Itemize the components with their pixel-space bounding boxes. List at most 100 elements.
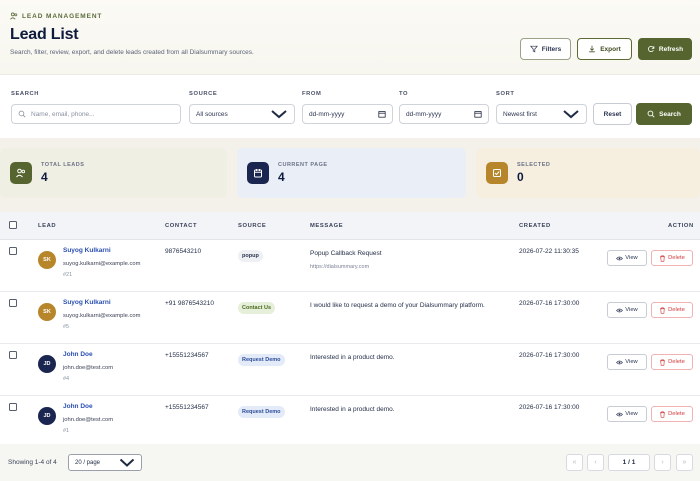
delete-button[interactable]: Delete [651, 354, 693, 370]
filters-button[interactable]: Filters [520, 38, 571, 60]
users-icon [10, 162, 32, 184]
table-row: SK Suyog Kulkarni suyog.kulkarni@example… [0, 240, 700, 292]
row-checkbox[interactable] [9, 299, 17, 307]
from-label: FROM [302, 91, 322, 97]
section-eyebrow: LEAD MANAGEMENT [10, 12, 690, 20]
eye-icon [616, 308, 624, 312]
lead-email: john.doe@test.com [63, 365, 114, 371]
filter-bar: SEARCH Name, email, phone... SOURCE All … [0, 74, 700, 138]
view-button[interactable]: View [607, 354, 647, 370]
lead-message: Interested in a product demo. [310, 354, 395, 361]
avatar: JD [38, 355, 56, 373]
row-checkbox[interactable] [9, 403, 17, 411]
col-message: MESSAGE [310, 223, 344, 229]
eye-icon [616, 256, 624, 260]
to-date-value: dd-mm-yyyy [406, 110, 442, 118]
current-page-indicator: 1 / 1 [608, 454, 650, 471]
first-page-button[interactable]: « [566, 454, 583, 471]
trash-icon [660, 255, 666, 262]
to-date-input[interactable]: dd-mm-yyyy [399, 104, 489, 124]
col-created: CREATED [519, 223, 551, 229]
lead-email: suyog.kulkarni@example.com [63, 261, 141, 267]
stat-value: 4 [278, 170, 285, 184]
lead-created: 2026-07-22 11:30:35 [519, 248, 579, 255]
export-button[interactable]: Export [577, 38, 632, 60]
lead-contact: 9876543210 [165, 248, 202, 255]
from-date-input[interactable]: dd-mm-yyyy [302, 104, 393, 124]
per-page-value: 20 / page [75, 459, 101, 466]
refresh-icon [647, 46, 655, 53]
lead-contact: +15551234567 [165, 404, 209, 411]
stats-row: TOTAL LEADS 4 CURRENT PAGE 4 SELECTED 0 [0, 148, 700, 200]
per-page-select[interactable]: 20 / page [68, 454, 142, 471]
stat-label: SELECTED [517, 162, 551, 168]
pagination-bar: Showing 1-4 of 4 20 / page « ‹ 1 / 1 › » [0, 444, 700, 481]
calendar-icon [474, 111, 482, 118]
table-row: JD John Doe john.doe@test.com #4 +155512… [0, 344, 700, 396]
lead-email: suyog.kulkarni@example.com [63, 313, 141, 319]
stat-card-total-leads: TOTAL LEADS 4 [0, 148, 227, 198]
lead-created: 2026-07-16 17:30:00 [519, 300, 580, 307]
table-row: SK Suyog Kulkarni suyog.kulkarni@example… [0, 292, 700, 344]
stat-card-current-page: CURRENT PAGE 4 [237, 148, 466, 198]
col-lead: LEAD [38, 223, 57, 229]
refresh-button[interactable]: Refresh [638, 38, 692, 60]
trash-icon [660, 411, 666, 418]
delete-button[interactable]: Delete [651, 250, 693, 266]
delete-button[interactable]: Delete [651, 302, 693, 318]
lead-id: #21 [63, 272, 73, 278]
chevron-down-icon [119, 458, 135, 467]
last-page-button[interactable]: » [676, 454, 693, 471]
lead-message: Interested in a product demo. [310, 406, 395, 413]
select-all-checkbox[interactable] [9, 221, 17, 229]
lead-contact: +15551234567 [165, 352, 209, 359]
stat-value: 4 [41, 170, 48, 184]
from-date-value: dd-mm-yyyy [309, 110, 345, 118]
row-checkbox[interactable] [9, 247, 17, 255]
checkbox-icon [486, 162, 508, 184]
delete-button[interactable]: Delete [651, 406, 693, 422]
calendar-icon [378, 111, 386, 118]
lead-created: 2026-07-16 17:30:00 [519, 404, 580, 411]
prev-page-button[interactable]: ‹ [587, 454, 604, 471]
source-badge: Request Demo [238, 354, 285, 366]
lead-id: #4 [63, 376, 70, 382]
search-input[interactable]: Name, email, phone... [11, 104, 181, 124]
row-checkbox[interactable] [9, 351, 17, 359]
lead-message: Popup Callback Request [310, 250, 382, 257]
eye-icon [616, 360, 624, 364]
sort-label: SORT [496, 91, 515, 97]
next-page-button[interactable]: › [654, 454, 671, 471]
lead-created: 2026-07-16 17:30:00 [519, 352, 580, 359]
view-button[interactable]: View [607, 250, 647, 266]
view-button[interactable]: View [607, 406, 647, 422]
lead-name-link[interactable]: Suyog Kulkarni [63, 299, 111, 306]
lead-id: #5 [63, 324, 70, 330]
showing-count: Showing 1-4 of 4 [8, 459, 57, 466]
filter-icon [529, 45, 538, 53]
eye-icon [616, 412, 624, 416]
lead-name-link[interactable]: Suyog Kulkarni [63, 247, 111, 254]
reset-button[interactable]: Reset [593, 103, 632, 125]
lead-email: john.doe@test.com [63, 417, 114, 423]
source-badge: Request Demo [238, 406, 285, 418]
col-source: SOURCE [238, 223, 267, 229]
source-badge: Contact Us [238, 302, 276, 314]
lead-message-url: https://dialsummary.com [310, 264, 370, 270]
search-button[interactable]: Search [636, 103, 692, 125]
download-icon [589, 45, 596, 53]
calendar-icon [247, 162, 269, 184]
avatar: SK [38, 303, 56, 321]
lead-name-link[interactable]: John Doe [63, 403, 93, 410]
sort-select[interactable]: Newest first [496, 104, 587, 124]
trash-icon [660, 307, 666, 314]
lead-id: #1 [63, 428, 70, 434]
leads-table: LEAD CONTACT SOURCE MESSAGE CREATED ACTI… [0, 212, 700, 448]
stat-label: TOTAL LEADS [41, 162, 85, 168]
source-select[interactable]: All sources [189, 104, 295, 124]
view-button[interactable]: View [607, 302, 647, 318]
sort-value: Newest first [503, 110, 537, 118]
chevron-down-icon [271, 110, 287, 119]
users-icon [10, 12, 18, 20]
lead-name-link[interactable]: John Doe [63, 351, 93, 358]
